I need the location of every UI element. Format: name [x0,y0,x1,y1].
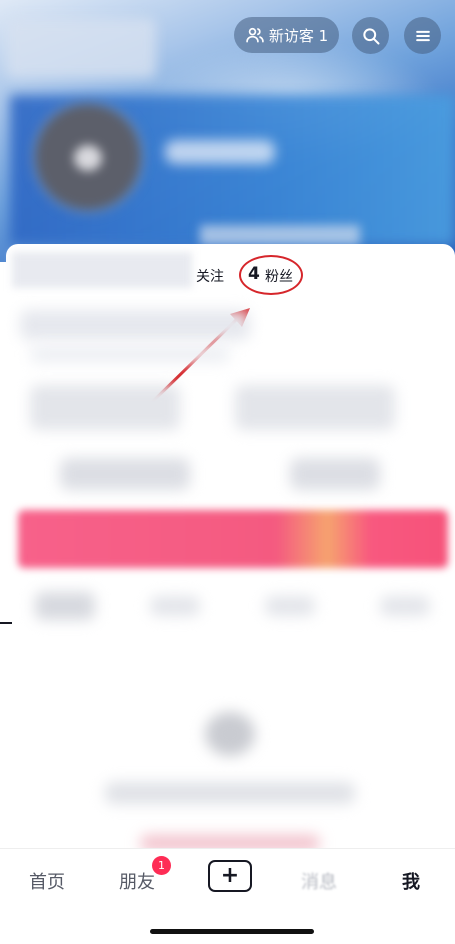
following-label[interactable]: 关注 [196,266,224,286]
tab-messages[interactable]: 消息 [301,868,337,894]
blurred-empty-text [105,782,355,804]
new-visitor-button[interactable]: 新访客 1 [234,17,339,53]
blurred-promo-banner [18,510,448,568]
people-icon [246,27,264,43]
blurred-edit-button [60,458,190,490]
blurred-tab-2 [150,596,200,616]
search-button[interactable] [352,17,389,54]
tab-friends[interactable]: 朋友 [119,868,155,894]
blurred-shortcut-right [235,385,395,430]
avatar[interactable] [36,105,140,209]
divider-mark [0,622,12,624]
search-icon [362,27,379,44]
tab-me[interactable]: 我 [402,868,420,894]
blurred-bio [20,310,250,340]
blurred-top-name [6,18,156,78]
fans-count[interactable]: 4 [248,264,260,284]
home-indicator[interactable] [150,929,314,934]
menu-icon [415,30,430,41]
blurred-account-id [200,225,360,245]
blurred-empty-icon [205,712,255,756]
tab-home[interactable]: 首页 [29,868,65,894]
blurred-shortcut-left [30,385,180,430]
new-visitor-label: 新访客 1 [268,26,329,45]
friends-notification-badge: 1 [152,856,171,875]
blurred-tab-3 [265,596,315,616]
create-button[interactable]: + [208,860,252,892]
blurred-bio-line [30,345,230,363]
blurred-likes-stat [12,252,192,288]
plus-icon: + [220,863,240,888]
menu-button[interactable] [404,17,441,54]
blurred-tab-works [35,592,95,620]
blurred-tab-4 [380,596,430,616]
blurred-nickname [165,140,275,164]
fans-label[interactable]: 粉丝 [265,266,293,286]
blurred-add-friend-button [290,458,380,490]
